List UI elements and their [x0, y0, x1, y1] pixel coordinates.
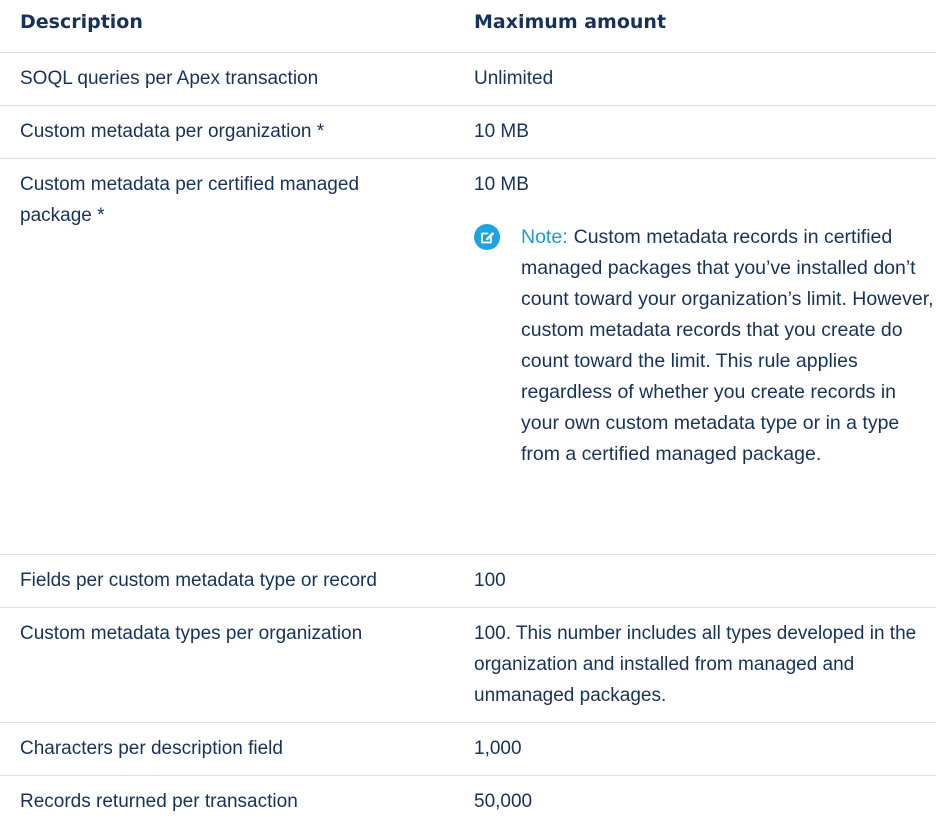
- edit-note-icon: [474, 224, 500, 250]
- cell-description: Records returned per transaction: [20, 791, 298, 812]
- cell-description: Custom metadata per organization *: [20, 121, 325, 142]
- cell-maximum-amount: 100: [474, 570, 506, 591]
- cell-description: Custom metadata types per organization: [20, 623, 363, 644]
- column-header-maximum-amount: Maximum amount: [474, 11, 667, 33]
- table-row: SOQL queries per Apex transaction Unlimi…: [0, 53, 936, 106]
- cell-description: Fields per custom metadata type or recor…: [20, 570, 377, 591]
- cell-description: Custom metadata per certified managed pa…: [20, 174, 360, 226]
- cell-maximum-amount: Unlimited: [474, 68, 554, 89]
- cell-description: SOQL queries per Apex transaction: [20, 68, 319, 89]
- table-row: Records returned per transaction 50,000: [0, 776, 936, 835]
- table-row: Characters per description field 1,000: [0, 723, 936, 776]
- table-row: Fields per custom metadata type or recor…: [0, 555, 936, 608]
- table-row: Custom metadata types per organization 1…: [0, 608, 936, 723]
- cell-maximum-amount: 10 MB: [474, 121, 529, 142]
- table-row: Custom metadata per certified managed pa…: [0, 159, 936, 555]
- note-label: Note:: [521, 226, 568, 248]
- cell-maximum-amount: 1,000: [474, 738, 522, 759]
- cell-maximum-amount: 10 MB: [474, 174, 529, 195]
- table-row: Custom metadata per organization * 10 MB: [0, 106, 936, 159]
- note-text: Custom metadata records in certified man…: [521, 226, 934, 465]
- cell-maximum-amount: 50,000: [474, 791, 533, 812]
- table-header: Description Maximum amount: [0, 0, 936, 53]
- note-body: Note: Custom metadata records in certifie…: [521, 222, 936, 470]
- cell-description: Characters per description field: [20, 738, 283, 759]
- column-header-description: Description: [20, 11, 143, 33]
- cell-maximum-amount: 100. This number includes all types deve…: [474, 623, 917, 706]
